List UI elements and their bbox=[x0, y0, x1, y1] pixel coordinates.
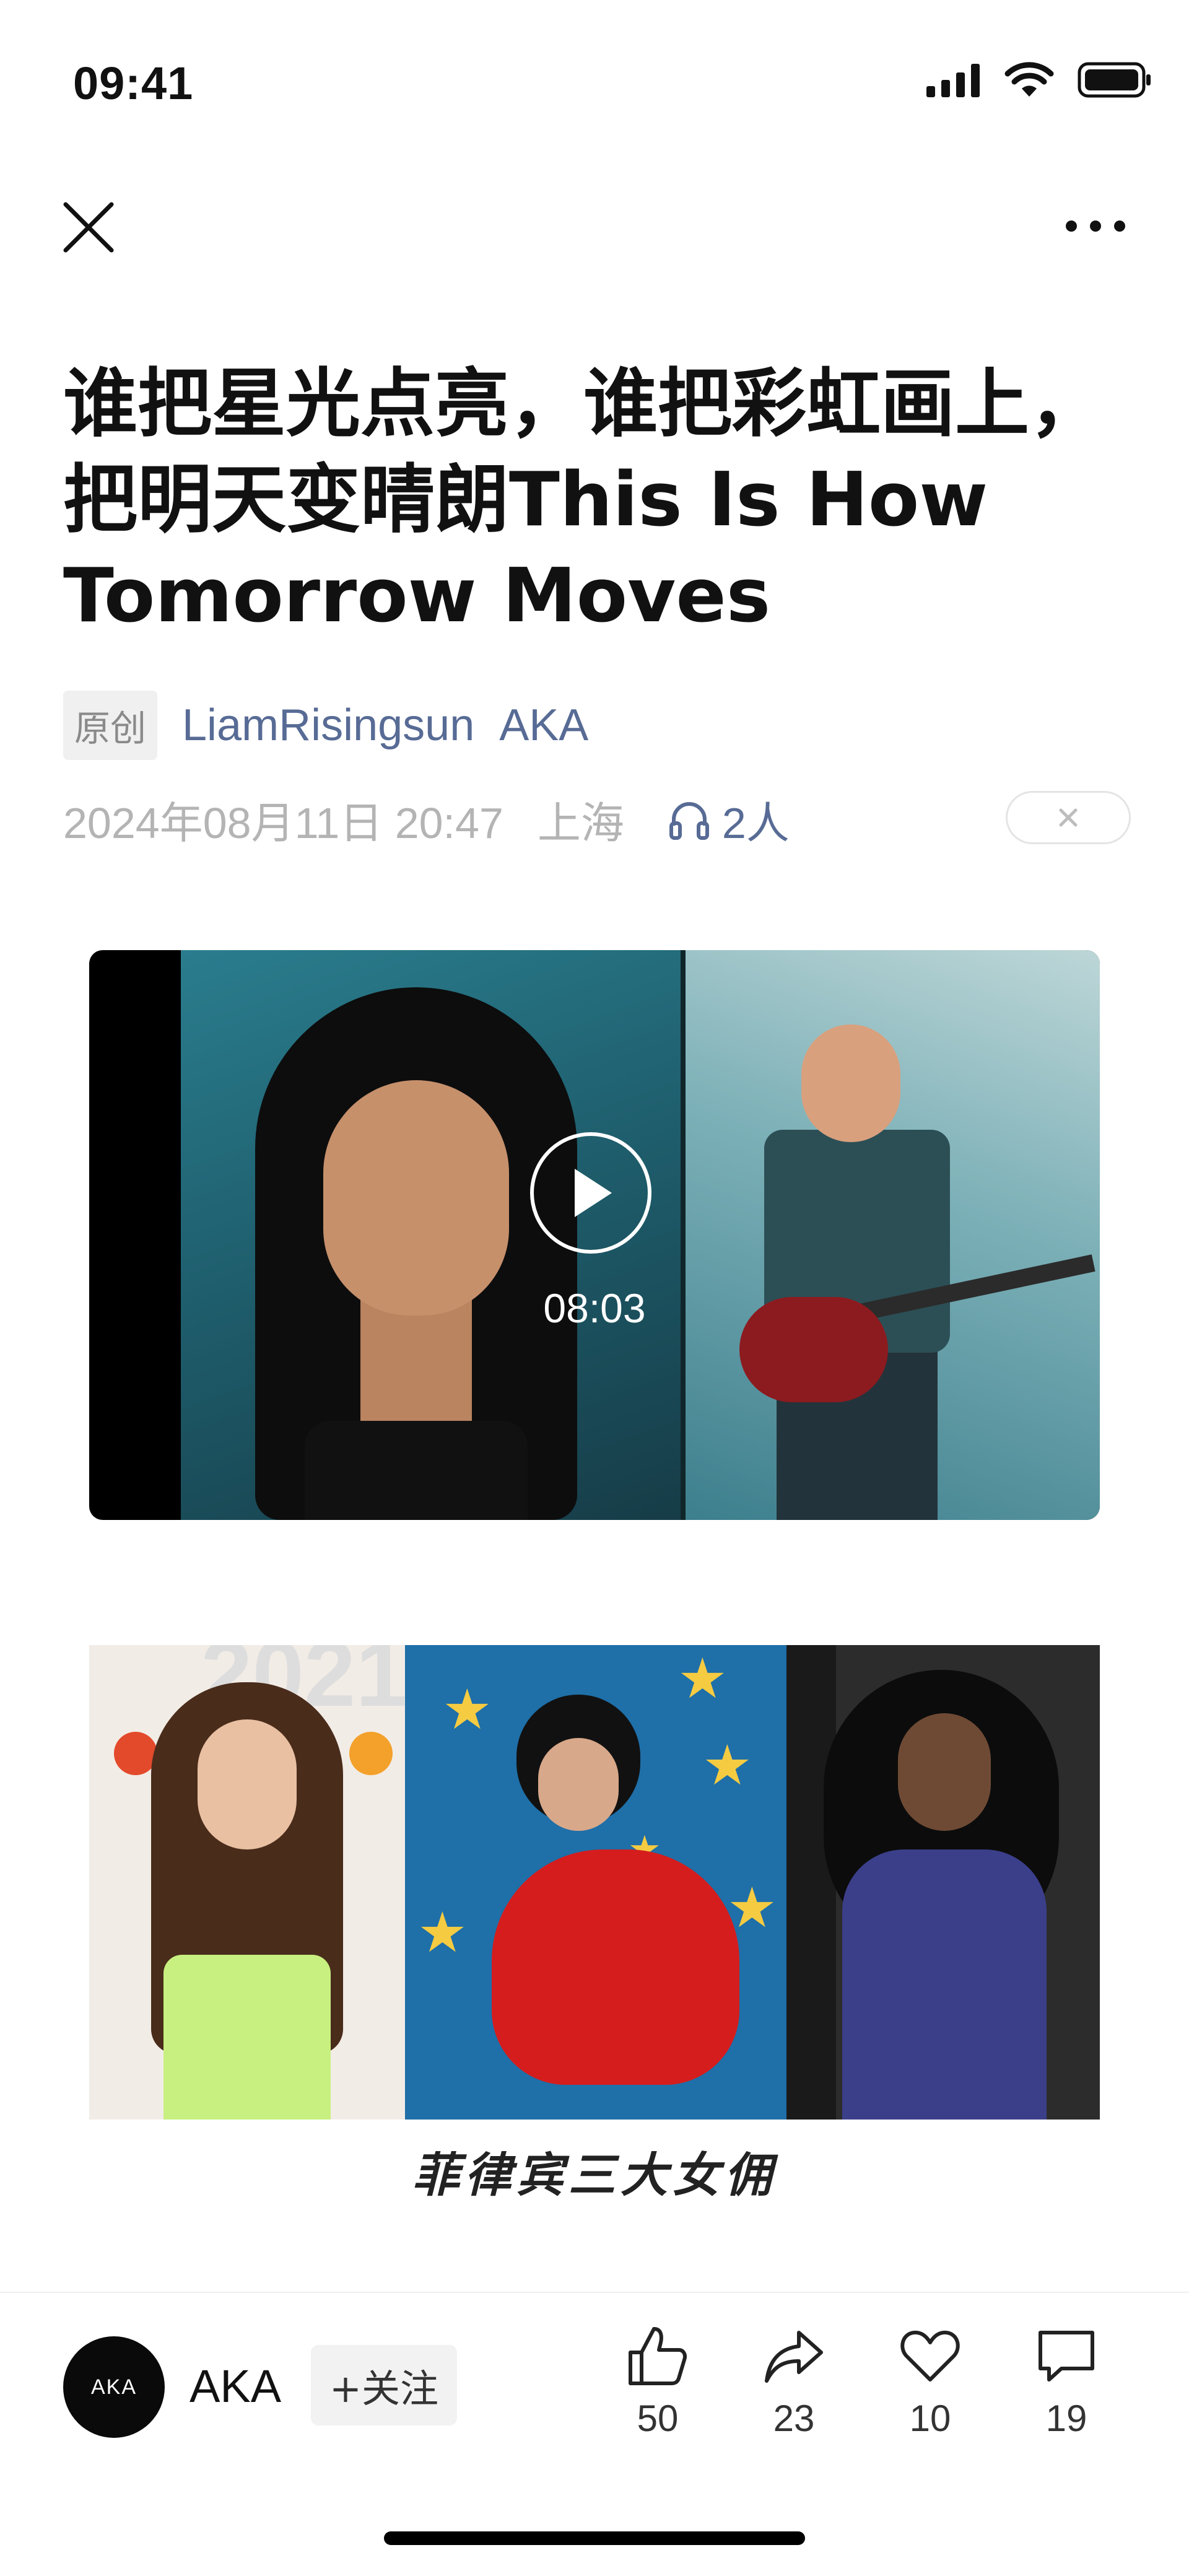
video-duration: 08:03 bbox=[543, 1285, 646, 1331]
favorite-count: 10 bbox=[909, 2398, 951, 2439]
article-meta-author: 原创 LiamRisingsun AKA bbox=[63, 691, 588, 760]
like-button[interactable]: 50 bbox=[608, 2324, 707, 2440]
follow-button[interactable]: +关注 bbox=[311, 2345, 457, 2425]
close-button[interactable] bbox=[61, 199, 116, 255]
play-button[interactable] bbox=[530, 1132, 651, 1254]
article-meta-info: 2024年08月11日 20:47 上海 2人 bbox=[63, 788, 790, 851]
publish-location: 上海 bbox=[537, 799, 624, 847]
article-image[interactable]: 2021 ★ ★ ★ ★ ★ ★ bbox=[89, 1645, 1100, 2120]
share-count: 23 bbox=[773, 2398, 815, 2439]
account-avatar[interactable]: AKA bbox=[63, 2336, 165, 2438]
more-options-button[interactable] bbox=[1061, 204, 1130, 248]
image-panel-3 bbox=[786, 1645, 1100, 2120]
battery-icon bbox=[1078, 62, 1151, 98]
account-link[interactable]: AKA bbox=[499, 700, 588, 751]
video-player[interactable]: 08:03 bbox=[89, 950, 1100, 1520]
image-caption: 菲律宾三大女佣 bbox=[412, 2147, 777, 2203]
listen-button[interactable]: 2人 bbox=[668, 788, 790, 851]
cellular-signal-icon bbox=[926, 64, 980, 97]
dismiss-pill-button[interactable] bbox=[1006, 791, 1131, 844]
article-title: 谁把星光点亮，谁把彩虹画上，把明天变晴朗This Is How Tomorrow… bbox=[63, 361, 1104, 639]
headphones-icon bbox=[669, 801, 709, 840]
publish-date: 2024年08月11日 20:47 bbox=[63, 799, 503, 847]
home-indicator[interactable] bbox=[384, 2531, 805, 2545]
like-count: 50 bbox=[637, 2398, 679, 2439]
comment-button[interactable]: 19 bbox=[1017, 2324, 1116, 2440]
favorite-button[interactable]: 10 bbox=[881, 2324, 980, 2440]
image-panel-2: ★ ★ ★ ★ ★ ★ bbox=[405, 1645, 786, 2120]
original-tag: 原创 bbox=[63, 691, 158, 760]
close-small-icon bbox=[1059, 808, 1078, 827]
thumbs-up-icon bbox=[629, 2327, 687, 2385]
share-arrow-icon bbox=[765, 2331, 823, 2383]
share-button[interactable]: 23 bbox=[744, 2324, 843, 2440]
author-link[interactable]: LiamRisingsun bbox=[182, 700, 474, 751]
account-name[interactable]: AKA bbox=[189, 2360, 281, 2412]
status-icons bbox=[926, 62, 1152, 98]
comment-bubble-icon bbox=[1039, 2331, 1094, 2382]
heart-icon bbox=[900, 2330, 960, 2382]
more-icon bbox=[1066, 220, 1125, 232]
image-panel-1: 2021 bbox=[89, 1645, 405, 2120]
play-icon bbox=[575, 1169, 612, 1217]
wifi-icon bbox=[1004, 62, 1054, 97]
listener-count: 2人 bbox=[721, 799, 790, 847]
close-icon bbox=[63, 202, 114, 253]
comment-count: 19 bbox=[1045, 2398, 1087, 2439]
status-time: 09:41 bbox=[73, 58, 194, 109]
